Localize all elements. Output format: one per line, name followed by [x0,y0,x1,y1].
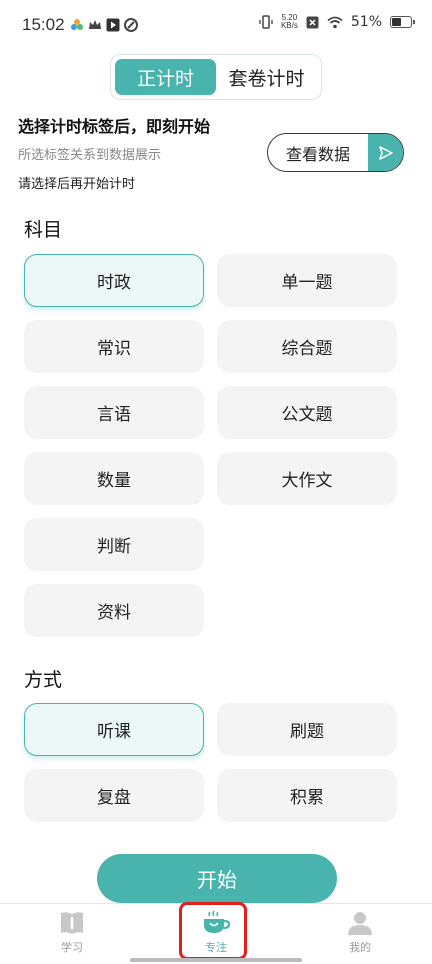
home-indicator[interactable] [130,958,302,962]
subject-section-title: 科目 [24,219,63,241]
status-bar: 15:02 5.20 KB/s 51% [0,0,432,50]
method-chip-lecture[interactable]: 听课 [24,703,204,756]
vibrate-icon [259,15,273,29]
subject-chip-data-analysis[interactable]: 资料 [24,584,204,637]
crown-icon [89,20,101,29]
subject-chip-common-sense[interactable]: 常识 [24,320,204,373]
app-notification-icon [71,19,83,30]
tab-mine[interactable]: 我的 [320,910,400,955]
network-speed: 5.20 KB/s [281,14,298,30]
network-speed-unit: KB/s [280,21,298,30]
subject-chip-comprehensive[interactable]: 综合题 [217,320,397,373]
person-icon [348,912,372,935]
method-chip-review[interactable]: 复盘 [24,769,204,822]
tab-mine-label: 我的 [349,941,371,954]
subject-chip-verbal[interactable]: 言语 [24,386,204,439]
battery-percent: 51% [350,14,382,30]
status-indicators: 5.20 KB/s 51% [259,14,415,30]
selection-hint: 请选择后再开始计时 [18,177,136,192]
link-app-icon [124,18,138,32]
method-chip-practice[interactable]: 刷题 [217,703,397,756]
subject-chip-official-document[interactable]: 公文题 [217,386,397,439]
view-data-button[interactable]: 查看数据 [267,133,404,172]
subject-chip-current-affairs[interactable]: 时政 [24,254,204,307]
subject-chip-judgment[interactable]: 判断 [24,518,204,571]
no-sim-icon [306,16,319,28]
timer-mode-toggle: 正计时 套卷计时 [110,54,322,100]
focus-tab-highlight-outline [179,902,247,960]
subject-chip-single-question[interactable]: 单一题 [217,254,397,307]
tab-exam-set-timer[interactable]: 套卷计时 [216,59,317,95]
subject-chip-essay[interactable]: 大作文 [217,452,397,505]
send-arrow-icon [368,134,403,171]
wifi-icon [327,16,343,28]
status-time: 15:02 [22,15,65,34]
tab-study[interactable]: 学习 [32,910,112,955]
battery-icon [390,16,415,28]
view-data-label: 查看数据 [285,144,350,164]
page-subline: 所选标签关系到数据展示 [18,148,162,163]
play-app-icon [106,18,120,32]
method-section-title: 方式 [24,669,63,691]
subject-chip-quantitative[interactable]: 数量 [24,452,204,505]
start-button[interactable]: 开始 [97,854,337,903]
method-chip-accumulate[interactable]: 积累 [217,769,397,822]
page-headline: 选择计时标签后，即刻开始 [18,117,211,136]
book-icon [61,912,83,934]
tab-count-up-timer[interactable]: 正计时 [115,59,216,95]
tab-study-label: 学习 [61,941,83,954]
